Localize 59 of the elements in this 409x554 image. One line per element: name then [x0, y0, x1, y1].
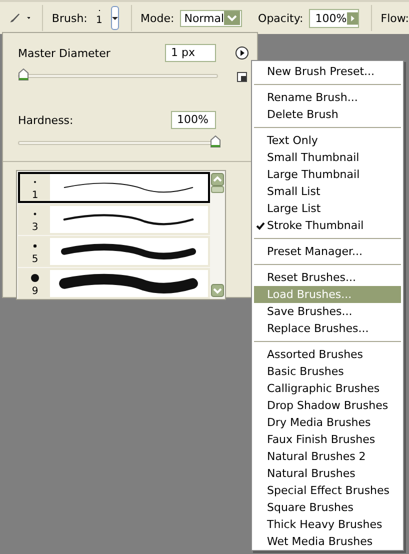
brush-size: 3 — [32, 223, 38, 233]
menu-item[interactable]: Thick Heavy Brushes — [254, 516, 401, 533]
menu-item[interactable]: Stroke Thumbnail — [254, 217, 401, 234]
caret-icon — [112, 16, 118, 20]
menu-item[interactable]: Small List — [254, 183, 401, 200]
menu-item[interactable]: Wet Media Brushes — [254, 533, 401, 550]
menu-item[interactable]: Save Brushes... — [254, 303, 401, 320]
brush-tip-icon — [30, 273, 40, 283]
menu-item[interactable]: Delete Brush — [254, 106, 401, 123]
diameter-field[interactable]: 1 px — [165, 44, 216, 62]
hardness-slider[interactable] — [18, 135, 221, 149]
opacity-field[interactable]: 100% — [309, 8, 360, 28]
brush-size: 1 — [32, 191, 38, 201]
menu-item[interactable]: Drop Shadow Brushes — [254, 397, 401, 414]
scrollbar-thumb[interactable] — [211, 186, 224, 193]
brush-preset[interactable]: 9 — [18, 268, 210, 299]
menu-item[interactable]: Faux Finish Brushes — [254, 431, 401, 448]
menu-item[interactable]: Preset Manager... — [254, 243, 401, 260]
hardness-label: Hardness: — [18, 114, 74, 126]
slider-thumb[interactable] — [18, 68, 29, 81]
mode-dropdown[interactable]: Normal — [180, 10, 242, 26]
menu-item[interactable]: Replace Brushes... — [254, 320, 401, 337]
menu-item[interactable]: New Brush Preset... — [254, 63, 401, 80]
brush-size: 9 — [32, 287, 38, 297]
brush-preset[interactable]: 3 — [18, 204, 210, 235]
menu-item[interactable]: Dry Media Brushes — [254, 414, 401, 431]
menu-item[interactable]: Large List — [254, 200, 401, 217]
brush-picker-button[interactable] — [111, 6, 119, 30]
brush-size-preview[interactable]: 1 — [93, 10, 105, 26]
scroll-down-icon[interactable] — [211, 284, 224, 297]
resize-icon[interactable] — [237, 72, 247, 82]
scrollbar[interactable] — [210, 171, 225, 299]
opacity-label: Opacity: — [258, 12, 304, 24]
flow-label: Flow: — [380, 12, 409, 24]
scroll-up-icon[interactable] — [211, 173, 224, 186]
mode-label: Mode: — [140, 12, 174, 24]
brush-label: Brush: — [52, 12, 88, 24]
menu-item[interactable]: Natural Brushes 2 — [254, 448, 401, 465]
arrow-right-icon[interactable] — [346, 10, 358, 26]
menu-item[interactable]: Large Thumbnail — [254, 166, 401, 183]
brush-preset[interactable]: 5 — [18, 236, 210, 267]
menu-item[interactable]: Calligraphic Brushes — [254, 380, 401, 397]
menu-item[interactable]: Small Thumbnail — [254, 149, 401, 166]
arrow-right-circle-icon[interactable] — [235, 46, 249, 60]
hardness-field[interactable]: 100% — [171, 111, 216, 129]
menu-item[interactable]: Natural Brushes — [254, 465, 401, 482]
menu-item[interactable]: Text Only — [254, 132, 401, 149]
brush-size: 5 — [32, 255, 38, 265]
chevron-down-icon — [224, 11, 240, 25]
menu-item[interactable]: Reset Brushes... — [254, 269, 401, 286]
menu-item[interactable]: Assorted Brushes — [254, 346, 401, 363]
brush-preset[interactable]: 1 — [18, 172, 210, 203]
caret-icon[interactable] — [26, 16, 30, 20]
slider-thumb[interactable] — [210, 135, 221, 148]
master-diameter-label: Master Diameter — [18, 46, 112, 60]
menu-item[interactable]: Special Effect Brushes — [254, 482, 401, 499]
menu-item[interactable]: Basic Brushes — [254, 363, 401, 380]
menu-item[interactable]: Square Brushes — [254, 499, 401, 516]
menu-item[interactable]: Rename Brush... — [254, 89, 401, 106]
